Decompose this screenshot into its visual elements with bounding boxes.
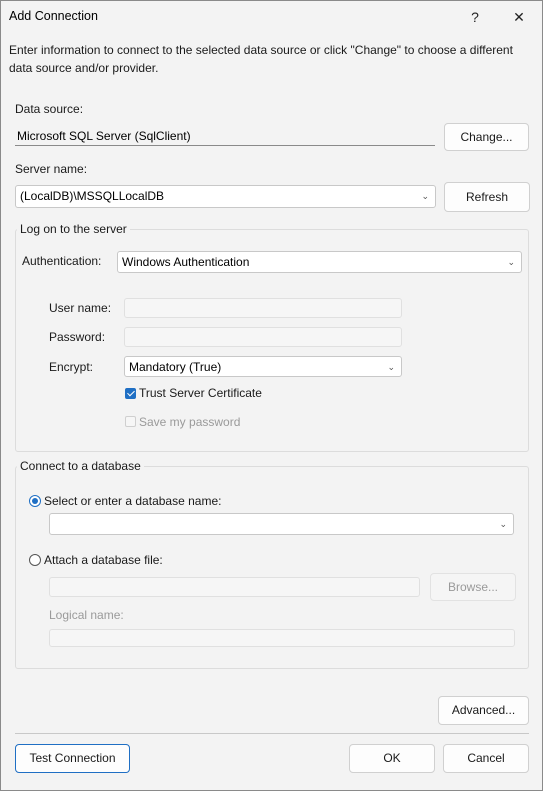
authentication-label: Authentication:: [22, 254, 102, 268]
chevron-down-icon[interactable]: ⌄: [421, 186, 429, 206]
save-password-label[interactable]: Save my password: [139, 415, 240, 429]
help-button[interactable]: ?: [455, 5, 495, 29]
refresh-button[interactable]: Refresh: [444, 182, 530, 212]
authentication-combobox[interactable]: Windows Authentication ⌄: [117, 251, 522, 273]
save-password-checkbox[interactable]: [125, 416, 136, 427]
select-database-label[interactable]: Select or enter a database name:: [44, 494, 221, 508]
server-name-value: (LocalDB)\MSSQLLocalDB: [20, 189, 165, 203]
logical-name-input[interactable]: [49, 629, 515, 647]
attach-file-label[interactable]: Attach a database file:: [44, 553, 163, 567]
browse-button[interactable]: Browse...: [430, 573, 516, 601]
advanced-button[interactable]: Advanced...: [438, 696, 529, 725]
attach-file-input[interactable]: [49, 577, 420, 597]
server-name-label: Server name:: [15, 162, 88, 176]
dialog-title: Add Connection: [9, 9, 98, 23]
chevron-down-icon[interactable]: ⌄: [507, 252, 515, 272]
encrypt-value: Mandatory (True): [129, 360, 222, 374]
data-source-label: Data source:: [15, 102, 84, 116]
logical-name-label: Logical name:: [49, 608, 124, 622]
logon-group-legend: Log on to the server: [17, 222, 130, 236]
database-group-legend: Connect to a database: [17, 459, 144, 473]
authentication-value: Windows Authentication: [122, 255, 250, 269]
password-label: Password:: [49, 330, 106, 344]
username-input[interactable]: [124, 298, 402, 318]
database-name-combobox[interactable]: ⌄: [49, 513, 514, 535]
password-input[interactable]: [124, 327, 402, 347]
cancel-button[interactable]: Cancel: [443, 744, 529, 773]
change-button[interactable]: Change...: [444, 123, 529, 151]
encrypt-label: Encrypt:: [49, 360, 94, 374]
data-source-field: Microsoft SQL Server (SqlClient): [15, 126, 435, 146]
intro-text: Enter information to connect to the sele…: [9, 43, 513, 75]
ok-button[interactable]: OK: [349, 744, 435, 773]
title-bar: Add Connection ? ✕: [1, 1, 542, 32]
close-button[interactable]: ✕: [499, 5, 539, 29]
username-label: User name:: [49, 301, 112, 315]
chevron-down-icon[interactable]: ⌄: [499, 514, 507, 534]
help-icon: ?: [471, 9, 479, 25]
encrypt-combobox[interactable]: Mandatory (True) ⌄: [124, 356, 402, 377]
trust-certificate-checkbox[interactable]: [125, 388, 136, 399]
select-database-radio[interactable]: [29, 495, 41, 507]
test-connection-button[interactable]: Test Connection: [15, 744, 130, 773]
trust-certificate-label[interactable]: Trust Server Certificate: [139, 386, 262, 400]
attach-file-radio[interactable]: [29, 554, 41, 566]
chevron-down-icon[interactable]: ⌄: [387, 357, 395, 377]
close-icon: ✕: [513, 9, 525, 25]
footer-separator: [15, 733, 529, 734]
add-connection-dialog: Add Connection ? ✕ Enter information to …: [0, 0, 543, 791]
server-name-combobox[interactable]: (LocalDB)\MSSQLLocalDB ⌄: [15, 185, 436, 208]
